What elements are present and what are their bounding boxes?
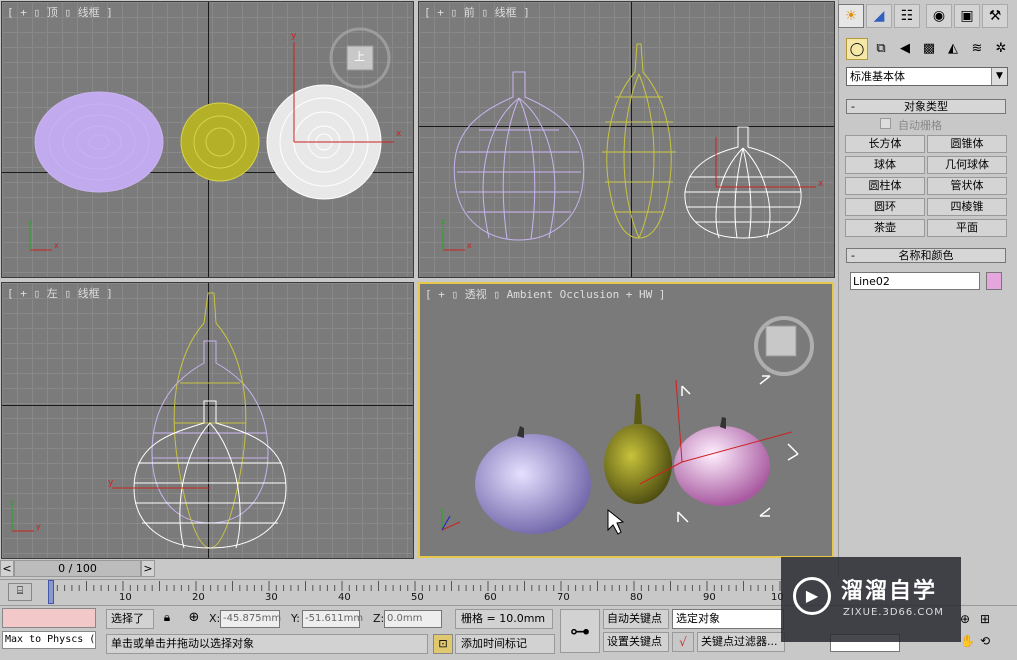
- svg-text:z: z: [441, 217, 445, 226]
- perspective-shaded-objects: [441, 316, 814, 535]
- display-tab-icon[interactable]: ▣: [954, 4, 980, 28]
- svg-text:x: x: [396, 129, 402, 139]
- teapot-button[interactable]: 茶壶: [845, 219, 925, 237]
- y-coordinate-field[interactable]: -51.611mm: [302, 610, 363, 628]
- tick-label: 50: [411, 592, 424, 603]
- svg-text:y: y: [28, 217, 33, 226]
- key-tangent-icon[interactable]: √: [672, 632, 694, 652]
- category-dropdown-value: 标准基本体: [850, 70, 905, 83]
- torus-button[interactable]: 圆环: [845, 198, 925, 216]
- watermark: ▶ 溜溜自学 ZIXUE.3D66.COM: [781, 557, 961, 642]
- left-view-wireframes: y z y: [10, 292, 287, 549]
- watermark-url: ZIXUE.3D66.COM: [843, 607, 944, 618]
- time-slider[interactable]: 0 / 100: [14, 560, 141, 577]
- orbit-icon[interactable]: ✋: [960, 634, 976, 650]
- chevron-down-icon[interactable]: ▼: [991, 68, 1007, 85]
- spacewarps-subtab-icon[interactable]: ≋: [966, 38, 988, 60]
- tick-label: 70: [557, 592, 570, 603]
- motion-tab-icon[interactable]: ◉: [926, 4, 952, 28]
- svg-text:z: z: [10, 498, 14, 507]
- geometry-subtab-icon[interactable]: ◯: [846, 38, 868, 60]
- name-color-rollout-header[interactable]: - 名称和颜色: [846, 248, 1006, 263]
- pyramid-button[interactable]: 四棱锥: [927, 198, 1007, 216]
- z-coordinate-field[interactable]: 0.0mm: [384, 610, 442, 628]
- svg-text:y: y: [291, 31, 297, 41]
- tick-label: 20: [192, 592, 205, 603]
- tick-label: 30: [265, 592, 278, 603]
- zoom-icon[interactable]: ⊕: [960, 612, 976, 628]
- svg-text:x: x: [54, 241, 59, 250]
- selection-set-value: 选定对象: [676, 612, 720, 625]
- timeline-next-button[interactable]: >: [141, 560, 155, 577]
- x-coordinate-field[interactable]: -45.875mm: [220, 610, 281, 628]
- tick-label: 10: [119, 592, 132, 603]
- script-listener-top[interactable]: [2, 608, 96, 628]
- z-label: Z:: [373, 612, 385, 625]
- name-color-title: 名称和颜色: [898, 249, 954, 262]
- zoom-extents-icon[interactable]: ⊞: [980, 612, 996, 628]
- selection-status: 选择了: [106, 609, 154, 629]
- cone-button[interactable]: 圆锥体: [927, 135, 1007, 153]
- absolute-mode-icon[interactable]: ⊕: [185, 610, 203, 628]
- front-view-wireframes: x z x: [441, 43, 824, 251]
- watermark-title: 溜溜自学: [841, 579, 938, 604]
- viewport-left[interactable]: [ + ▯ 左 ▯ 线框 ] y z y: [1, 282, 414, 559]
- object-name-input[interactable]: [850, 272, 980, 290]
- watermark-logo-icon: ▶: [793, 577, 831, 615]
- time-tag-icon[interactable]: ⊡: [433, 634, 453, 654]
- auto-grid-checkbox[interactable]: [880, 118, 891, 129]
- script-listener-bottom[interactable]: Max to Physcs (: [2, 631, 96, 649]
- tick-label: 60: [484, 592, 497, 603]
- object-type-title: 对象类型: [904, 100, 948, 113]
- svg-text:y: y: [108, 478, 114, 488]
- lights-subtab-icon[interactable]: ◀: [894, 38, 916, 60]
- cameras-subtab-icon[interactable]: ▩: [918, 38, 940, 60]
- timeline-prev-button[interactable]: <: [0, 560, 14, 577]
- viewport-front[interactable]: [ + ▯ 前 ▯ 线框 ] x z x: [418, 1, 835, 278]
- svg-text:x: x: [467, 241, 472, 250]
- time-cursor[interactable]: [48, 580, 54, 604]
- curve-editor-icon[interactable]: ⌸: [8, 583, 32, 601]
- tick-label: 40: [338, 592, 351, 603]
- grid-status: 栅格 = 10.0mm: [455, 609, 553, 629]
- auto-grid-label: 自动栅格: [898, 119, 942, 132]
- top-view-wireframes: y x y x: [28, 27, 402, 251]
- category-dropdown[interactable]: 标准基本体 ▼: [846, 67, 1008, 86]
- hierarchy-tab-icon[interactable]: ☷: [894, 4, 920, 28]
- object-type-rollout-header[interactable]: - 对象类型: [846, 99, 1006, 114]
- create-tab-icon[interactable]: ☀: [838, 4, 864, 28]
- utilities-tab-icon[interactable]: ⚒: [982, 4, 1008, 28]
- selection-set-dropdown[interactable]: 选定对象: [672, 609, 784, 629]
- y-label: Y:: [291, 612, 300, 625]
- trackbar-ticks: [49, 581, 781, 591]
- tick-label: 80: [630, 592, 643, 603]
- shapes-subtab-icon[interactable]: ⧉: [870, 38, 892, 60]
- svg-text:x: x: [818, 179, 824, 189]
- plane-button[interactable]: 平面: [927, 219, 1007, 237]
- key-filters-button[interactable]: 关键点过滤器...: [697, 632, 785, 652]
- modify-tab-icon[interactable]: ◢: [866, 4, 892, 28]
- viewport-perspective[interactable]: [ + ▯ 透视 ▯ Ambient Occlusion + HW ]: [418, 282, 834, 558]
- helpers-subtab-icon[interactable]: ◭: [942, 38, 964, 60]
- viewcube-top[interactable]: 上: [354, 48, 365, 64]
- add-time-tag[interactable]: 添加时间标记: [455, 634, 555, 654]
- box-button[interactable]: 长方体: [845, 135, 925, 153]
- set-key-mode-key-icon[interactable]: ⊶: [560, 609, 600, 653]
- auto-key-button[interactable]: 自动关键点: [603, 609, 669, 629]
- object-color-swatch[interactable]: [986, 272, 1002, 290]
- cylinder-button[interactable]: 圆柱体: [845, 177, 925, 195]
- maximize-viewport-icon[interactable]: ⟲: [980, 634, 996, 650]
- viewport-top[interactable]: [ + ▯ 顶 ▯ 线框 ] y x y x 上: [1, 1, 414, 278]
- time-slider-frame: 0 / 100: [58, 562, 97, 575]
- geosphere-button[interactable]: 几何球体: [927, 156, 1007, 174]
- prompt-line: 单击或单击并拖动以选择对象: [106, 634, 428, 654]
- systems-subtab-icon[interactable]: ✲: [990, 38, 1012, 60]
- lock-icon[interactable]: 🔒︎: [158, 610, 176, 628]
- tube-button[interactable]: 管状体: [927, 177, 1007, 195]
- svg-text:y: y: [36, 522, 41, 531]
- x-label: X:: [209, 612, 221, 625]
- sphere-button[interactable]: 球体: [845, 156, 925, 174]
- tick-label: 90: [703, 592, 716, 603]
- set-key-button[interactable]: 设置关键点: [603, 632, 669, 652]
